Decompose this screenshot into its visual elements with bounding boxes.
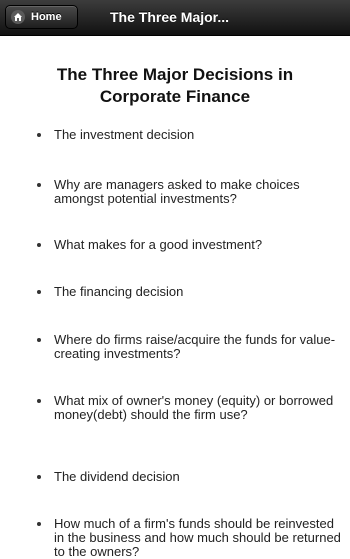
page-title: The Three Major Decisions in Corporate F… (56, 65, 294, 106)
home-button-label: Home (31, 11, 62, 23)
header-title: The Three Major... (110, 9, 230, 25)
list-item: What makes for a good investment? (35, 238, 345, 252)
list-item: The financing decision (35, 285, 345, 299)
top-bar: Home The Three Major... (0, 0, 350, 36)
home-button[interactable]: Home (5, 5, 78, 29)
list-item: Where do firms raise/acquire the funds f… (35, 333, 345, 361)
list-item: The investment decision (35, 128, 345, 142)
list-item: What mix of owner's money (equity) or bo… (35, 394, 345, 422)
home-icon (11, 10, 25, 24)
list-item: The dividend decision (35, 470, 345, 484)
list-item: How much of a firm's funds should be rei… (35, 517, 345, 559)
list-item: Why are managers asked to make choices a… (35, 178, 345, 206)
